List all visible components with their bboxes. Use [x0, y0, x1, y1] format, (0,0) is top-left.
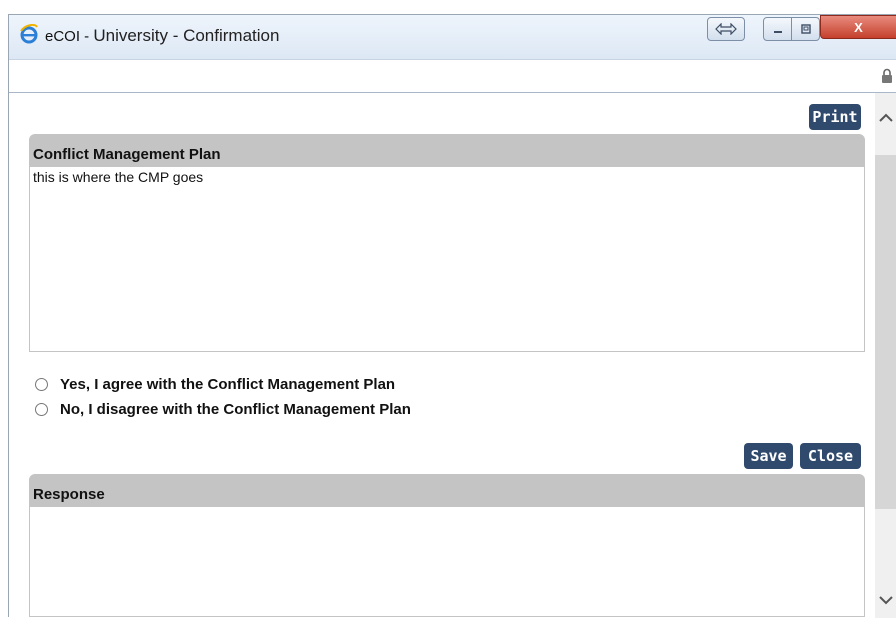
cmp-panel: Conflict Management Plan this is where t…	[29, 134, 865, 352]
print-button[interactable]: Print	[809, 104, 861, 130]
response-textarea[interactable]	[29, 507, 865, 617]
scrollbar-thumb[interactable]	[875, 155, 896, 509]
chevron-down-icon[interactable]	[877, 591, 895, 609]
agree-option[interactable]: Yes, I agree with the Conflict Managemen…	[35, 376, 395, 393]
vertical-scrollbar[interactable]	[875, 93, 896, 618]
ie-logo-icon	[20, 24, 38, 44]
disagree-option[interactable]: No, I disagree with the Conflict Managem…	[35, 401, 411, 418]
address-bar[interactable]	[9, 59, 896, 93]
minimize-icon	[773, 31, 782, 33]
resize-button[interactable]	[707, 17, 745, 41]
window-title-text: University - Confirmation	[93, 26, 280, 45]
response-panel-heading: Response	[29, 474, 865, 507]
close-window-button[interactable]: X	[820, 15, 896, 39]
save-button[interactable]: Save	[744, 443, 793, 469]
disagree-label[interactable]: No, I disagree with the Conflict Managem…	[60, 401, 411, 418]
window-app-name: eCOI -	[45, 28, 94, 45]
lock-icon	[882, 68, 892, 83]
resize-arrows-icon	[715, 23, 737, 35]
close-button[interactable]: Close	[800, 443, 861, 469]
agree-radio[interactable]	[35, 378, 48, 391]
maximize-icon	[800, 24, 811, 34]
response-panel: Response	[29, 474, 865, 617]
minimize-button[interactable]	[763, 17, 792, 41]
disagree-radio[interactable]	[35, 403, 48, 416]
agree-label[interactable]: Yes, I agree with the Conflict Managemen…	[60, 376, 395, 393]
title-bar[interactable]: eCOI - University - Confirmation X	[9, 15, 896, 59]
maximize-button[interactable]	[791, 17, 820, 41]
browser-window: eCOI - University - Confirmation X Print…	[8, 14, 896, 618]
chevron-up-icon[interactable]	[877, 109, 895, 127]
page-content: Print Conflict Management Plan this is w…	[9, 93, 896, 618]
cmp-panel-heading: Conflict Management Plan	[29, 134, 865, 167]
window-title: eCOI - University - Confirmation	[45, 26, 279, 46]
close-icon: X	[854, 19, 863, 35]
cmp-panel-body: this is where the CMP goes	[29, 167, 865, 352]
